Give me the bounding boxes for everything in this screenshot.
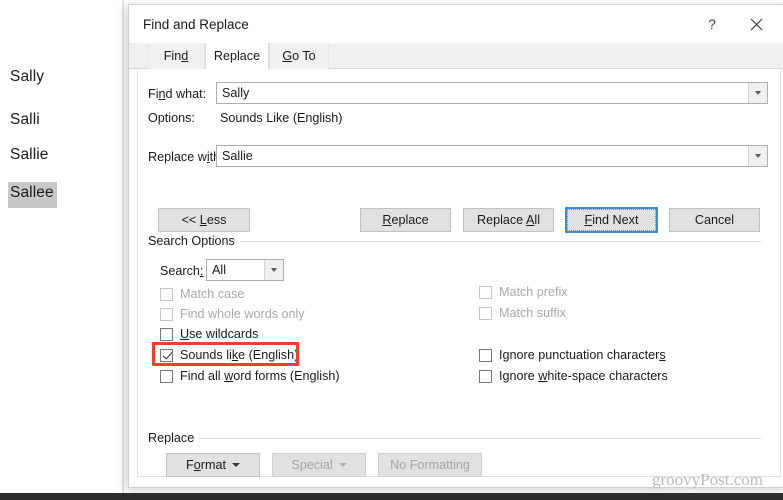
checkbox-box-icon[interactable] <box>160 369 173 383</box>
find-what-combobox[interactable]: Sally <box>216 82 768 104</box>
chevron-down-icon <box>755 91 761 95</box>
special-button: Special <box>272 453 366 477</box>
find-what-label: Find what: <box>148 87 207 101</box>
find-what-input[interactable]: Sally <box>217 86 748 100</box>
bottom-band <box>0 493 783 500</box>
special-button-label: Special <box>291 458 333 472</box>
document-line-1: Sally <box>10 68 45 85</box>
search-scope-value[interactable]: All <box>207 263 264 277</box>
replace-with-combobox[interactable]: Sallie <box>216 145 768 167</box>
replace-button[interactable]: Replace <box>360 208 451 232</box>
options-label: Options: <box>148 111 195 125</box>
search-scope-combobox[interactable]: All <box>206 259 284 281</box>
chevron-down-icon <box>338 463 347 467</box>
close-icon[interactable] <box>743 13 769 35</box>
watermark: groovyPost.com <box>652 470 763 489</box>
tab-go-to-label: Go To <box>282 49 316 63</box>
format-button-label: Format <box>186 458 226 472</box>
checkbox-checked-icon[interactable] <box>160 348 173 362</box>
help-icon[interactable]: ? <box>699 13 725 35</box>
document-line-3: Sallie <box>10 146 49 163</box>
checkbox-box-icon[interactable] <box>479 369 492 383</box>
options-value: Sounds Like (English) <box>220 111 343 125</box>
checkbox-find-all-word-forms-label: Find all word forms (English) <box>180 369 340 383</box>
checkbox-ignore-white-space[interactable]: Ignore white-space characters <box>479 369 668 383</box>
checkbox-ignore-punctuation[interactable]: Ignore punctuation characters <box>479 348 666 362</box>
document-page: Sally Salli Sallie Sallee <box>0 0 131 500</box>
no-formatting-button: No Formatting <box>378 453 482 477</box>
replace-with-label: Replace with: <box>148 150 224 164</box>
document-right-edge <box>122 0 124 500</box>
replace-group-label: Replace <box>148 431 200 445</box>
checkbox-use-wildcards[interactable]: Use wildcards <box>160 327 258 341</box>
format-button[interactable]: Format <box>166 453 260 477</box>
replace-group-line <box>198 438 761 439</box>
chevron-down-icon <box>231 463 240 467</box>
tab-find-label: Find <box>163 49 189 63</box>
find-next-button-label: Find Next <box>584 213 639 227</box>
checkbox-match-case-label: Match case <box>180 287 245 301</box>
checkbox-box-icon <box>160 307 173 321</box>
checkbox-box-icon[interactable] <box>479 348 492 362</box>
less-button[interactable]: << Less <box>158 208 250 232</box>
cancel-button-label: Cancel <box>694 213 735 227</box>
search-options-group-line <box>228 241 761 242</box>
checkbox-match-prefix-label: Match prefix <box>499 285 568 299</box>
checkbox-match-prefix: Match prefix <box>479 285 568 299</box>
less-button-label: << Less <box>181 213 227 227</box>
find-what-dropdown-arrow[interactable] <box>748 83 767 103</box>
chevron-down-icon <box>755 154 761 158</box>
dialog-title: Find and Replace <box>143 17 249 32</box>
checkbox-ignore-punctuation-label: Ignore punctuation characters <box>499 348 666 362</box>
find-and-replace-dialog: Find and Replace ? Find Replace Go To Fi… <box>128 4 783 488</box>
tab-replace-label: Replace <box>213 49 261 63</box>
checkbox-match-case: Match case <box>160 287 244 301</box>
tab-find[interactable]: Find <box>147 43 205 69</box>
document-line-2: Salli <box>10 111 40 128</box>
no-formatting-button-label: No Formatting <box>390 458 470 472</box>
replace-with-input[interactable]: Sallie <box>217 149 748 163</box>
find-next-button[interactable]: Find Next <box>565 207 658 233</box>
replace-all-button[interactable]: Replace All <box>463 208 554 232</box>
chevron-down-icon <box>271 268 277 272</box>
tab-go-to[interactable]: Go To <box>269 43 329 69</box>
checkbox-box-icon[interactable] <box>160 327 173 341</box>
checkbox-find-whole-words-only: Find whole words only <box>160 307 305 321</box>
document-line-4-selected[interactable]: Sallee <box>8 182 57 208</box>
replace-button-label: Replace <box>382 213 429 227</box>
replace-all-button-label: Replace All <box>476 213 541 227</box>
tab-replace[interactable]: Replace <box>205 43 269 70</box>
checkbox-sounds-like-label: Sounds like (English) <box>180 348 299 362</box>
search-scope-dropdown-arrow[interactable] <box>264 260 283 280</box>
screenshot-root: Sally Salli Sallie Sallee Find and Repla… <box>0 0 783 500</box>
find-next-focus-ring: Find Next <box>567 209 656 231</box>
checkbox-ignore-white-space-label: Ignore white-space characters <box>499 369 668 383</box>
dialog-titlebar[interactable]: Find and Replace ? <box>129 5 783 43</box>
search-scope-label: Search: <box>160 264 204 278</box>
search-options-group-label: Search Options <box>148 234 240 248</box>
checkbox-use-wildcards-label: Use wildcards <box>180 327 259 341</box>
replace-panel: Find what: Sally Options: Sounds Like (E… <box>137 69 781 477</box>
checkbox-find-all-word-forms[interactable]: Find all word forms (English) <box>160 369 340 383</box>
checkbox-box-icon <box>479 285 492 299</box>
checkbox-sounds-like[interactable]: Sounds like (English) <box>160 348 298 362</box>
checkbox-match-suffix-label: Match suffix <box>499 306 566 320</box>
checkbox-match-suffix: Match suffix <box>479 306 566 320</box>
cancel-button[interactable]: Cancel <box>669 208 760 232</box>
checkbox-box-icon <box>479 306 492 320</box>
checkbox-find-whole-words-only-label: Find whole words only <box>180 307 305 321</box>
dialog-tabstrip: Find Replace Go To <box>129 43 783 70</box>
replace-with-dropdown-arrow[interactable] <box>748 146 767 166</box>
checkbox-box-icon <box>160 287 173 301</box>
